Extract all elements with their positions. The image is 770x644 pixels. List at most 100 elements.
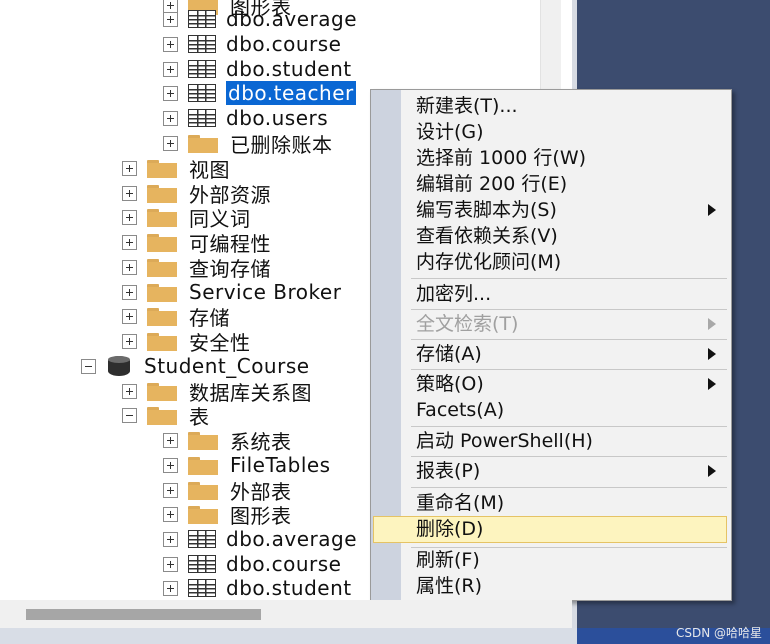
tree-node-label: dbo.student [226, 57, 352, 81]
collapse-icon[interactable] [81, 358, 96, 374]
expand-icon[interactable] [163, 580, 178, 596]
status-bar-left [0, 628, 577, 644]
tree-node-table-selected[interactable]: dbo.teacher [163, 81, 356, 105]
folder-icon [188, 480, 218, 500]
expand-icon[interactable] [122, 284, 137, 300]
folder-icon [147, 306, 177, 326]
expand-icon[interactable] [163, 482, 178, 498]
tree-node-label: Student_Course [144, 354, 310, 378]
expand-icon[interactable] [163, 432, 178, 448]
tree-node-folder[interactable]: 查询存储 [122, 255, 271, 281]
menu-item-new-table[interactable]: 新建表(T)... [416, 93, 518, 119]
menu-item-rename[interactable]: 重命名(M) [416, 490, 504, 516]
folder-icon [147, 207, 177, 227]
database-icon [106, 354, 132, 378]
menu-item-select-top-1000[interactable]: 选择前 1000 行(W) [416, 145, 586, 171]
expand-icon[interactable] [163, 11, 178, 27]
submenu-arrow-icon [708, 378, 716, 390]
tree-node-table[interactable]: dbo.users [163, 106, 328, 130]
menu-item-policies[interactable]: 策略(O) [416, 371, 484, 397]
expand-icon[interactable] [122, 234, 137, 250]
tree-node-label: 安全性 [189, 330, 251, 355]
menu-item-script-table-as[interactable]: 编写表脚本为(S) [416, 197, 557, 223]
folder-icon [188, 133, 218, 153]
menu-item-edit-top-200[interactable]: 编辑前 200 行(E) [416, 171, 567, 197]
tree-node-folder[interactable]: 系统表 [163, 428, 292, 454]
tree-node-folder[interactable]: 同义词 [122, 205, 251, 231]
menu-item-reports[interactable]: 报表(P) [416, 458, 480, 484]
expand-icon[interactable] [163, 110, 178, 126]
tree-node-folder[interactable]: 已删除账本 [163, 131, 333, 157]
menu-item-delete[interactable]: 删除(D) [416, 516, 483, 542]
folder-icon [147, 381, 177, 401]
collapse-icon[interactable] [122, 407, 137, 423]
submenu-arrow-icon [708, 318, 716, 330]
menu-item-properties[interactable]: 属性(R) [416, 573, 482, 599]
tree-node-label: dbo.course [226, 552, 342, 576]
tree-node-label: dbo.teacher [226, 81, 356, 105]
expand-icon[interactable] [163, 531, 178, 547]
folder-icon [147, 183, 177, 203]
folder-icon [147, 331, 177, 351]
expand-icon[interactable] [122, 160, 137, 176]
folder-icon [147, 232, 177, 252]
tree-node-folder[interactable]: 外部资源 [122, 181, 271, 207]
tree-node-folder[interactable]: FileTables [163, 453, 331, 477]
menu-item-design[interactable]: 设计(G) [416, 119, 484, 145]
tree-node-table[interactable]: dbo.student [163, 57, 352, 81]
tree-node-table[interactable]: dbo.course [163, 32, 342, 56]
menu-item-start-powershell[interactable]: 启动 PowerShell(H) [416, 428, 593, 454]
tree-node-table[interactable]: dbo.student [163, 576, 352, 600]
tree-node-folder[interactable]: 存储 [122, 304, 230, 330]
tree-node-folder[interactable]: 安全性 [122, 329, 251, 355]
submenu-arrow-icon [708, 348, 716, 360]
tree-node-folder[interactable]: 表 [122, 403, 210, 429]
tree-node-folder[interactable]: 可编程性 [122, 230, 271, 256]
horizontal-scrollbar[interactable] [0, 600, 572, 628]
menu-separator [411, 426, 727, 427]
expand-icon[interactable] [122, 383, 137, 399]
expand-icon[interactable] [122, 259, 137, 275]
menu-item-facets[interactable]: Facets(A) [416, 397, 504, 423]
table-icon [188, 530, 216, 548]
tree-node-label: dbo.users [226, 106, 329, 130]
expand-icon[interactable] [122, 333, 137, 349]
menu-item-storage[interactable]: 存储(A) [416, 341, 482, 367]
expand-icon[interactable] [163, 85, 178, 101]
folder-icon [147, 257, 177, 277]
tree-node-folder[interactable]: 图形表 [163, 502, 292, 528]
folder-icon [188, 504, 218, 524]
menu-item-view-dependencies[interactable]: 查看依赖关系(V) [416, 223, 558, 249]
menu-item-refresh[interactable]: 刷新(F) [416, 547, 480, 573]
expand-icon[interactable] [163, 556, 178, 572]
tree-node-folder[interactable]: 视图 [122, 156, 230, 182]
expand-icon[interactable] [163, 36, 178, 52]
expand-icon[interactable] [163, 135, 178, 151]
expand-icon[interactable] [163, 61, 178, 77]
expand-icon[interactable] [122, 209, 137, 225]
folder-icon [147, 282, 177, 302]
menu-separator [411, 369, 727, 370]
menu-separator [411, 309, 727, 310]
menu-item-memory-optimization-advisor[interactable]: 内存优化顾问(M) [416, 249, 561, 275]
tree-node-folder[interactable]: 外部表 [163, 478, 292, 504]
table-icon [188, 60, 216, 78]
menu-item-encrypt-columns[interactable]: 加密列... [416, 281, 491, 307]
tree-node-table[interactable]: dbo.course [163, 552, 342, 576]
horizontal-scrollbar-thumb[interactable] [26, 609, 261, 620]
expand-icon[interactable] [122, 185, 137, 201]
expand-icon[interactable] [163, 457, 178, 473]
tree-node-label: FileTables [230, 453, 331, 477]
tree-node-folder[interactable]: Service Broker [122, 280, 341, 304]
tree-node-table[interactable]: dbo.average [163, 527, 357, 551]
expand-icon[interactable] [122, 308, 137, 324]
table-icon [188, 555, 216, 573]
watermark-text: CSDN @哈哈星 [675, 626, 762, 640]
table-icon [188, 109, 216, 127]
tree-node-folder[interactable]: 数据库关系图 [122, 379, 312, 405]
expand-icon[interactable] [163, 506, 178, 522]
submenu-arrow-icon [708, 204, 716, 216]
tree-node-label: Service Broker [189, 280, 342, 304]
tree-node-table[interactable]: dbo.average [163, 7, 357, 31]
tree-node-database[interactable]: Student_Course [81, 354, 310, 378]
